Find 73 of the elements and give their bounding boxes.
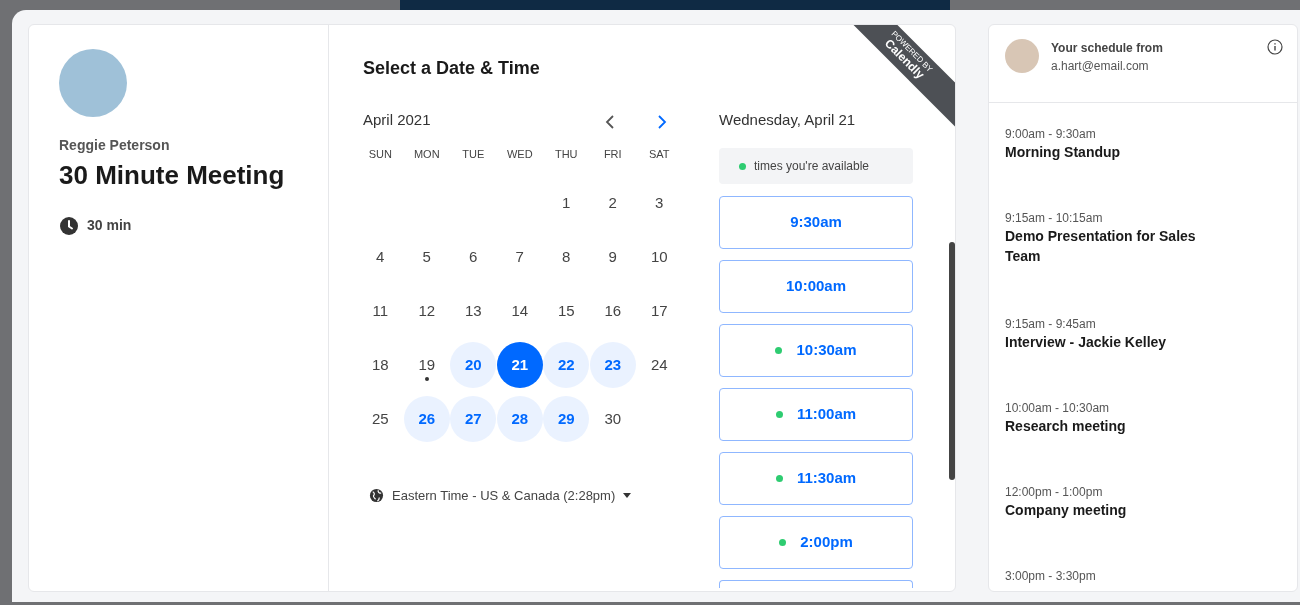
chevron-right-icon [657, 114, 667, 129]
time-slot-button[interactable]: 10:00am [719, 260, 913, 313]
legend-text: times you're available [754, 158, 869, 175]
chevron-left-icon [605, 114, 615, 129]
event-time: 12:00pm - 1:00pm [1005, 484, 1104, 501]
time-slot-button[interactable]: 11:00am [719, 388, 913, 441]
calendar-day[interactable]: 30 [589, 396, 636, 442]
calendar-day[interactable]: 8 [543, 234, 590, 280]
weekday-label: FRI [602, 147, 623, 162]
calendar-day[interactable]: 28 [496, 396, 543, 442]
event-title: Research meeting [1005, 417, 1127, 436]
email-text: a.hart@email.com [1051, 58, 1150, 75]
weekday-label: SAT [647, 147, 671, 162]
calendar-day[interactable]: 29 [543, 396, 590, 442]
calendar-day[interactable]: 2 [589, 180, 636, 226]
calendar-day[interactable]: 5 [403, 234, 450, 280]
weekday-label: MON [412, 147, 441, 162]
calendar-day[interactable]: 10 [636, 234, 683, 280]
event-title: Company meeting [1005, 501, 1128, 520]
info-icon[interactable] [1267, 39, 1283, 55]
calendar-day[interactable]: 4 [357, 234, 404, 280]
calendar-day[interactable]: 22 [543, 342, 590, 388]
calendar-day[interactable]: 13 [450, 288, 497, 334]
host-name: Reggie Peterson [59, 136, 171, 155]
calendar-day[interactable]: 17 [636, 288, 683, 334]
calendar-day[interactable]: 27 [450, 396, 497, 442]
calendar-day[interactable]: 24 [636, 342, 683, 388]
weekday-label: SUN [367, 147, 393, 162]
scrollbar[interactable] [949, 242, 955, 480]
calendar-day[interactable]: 6 [450, 234, 497, 280]
clock-icon [59, 215, 79, 236]
caret-icon [623, 493, 632, 499]
time-slot-button[interactable]: 10:30am [719, 324, 913, 377]
time-slot-button[interactable]: 9:30am [719, 196, 913, 249]
event-time: 9:15am - 9:45am [1005, 316, 1097, 333]
month-label: April 2021 [363, 109, 431, 130]
event-title: Morning Standup [1005, 143, 1122, 162]
calendar-day[interactable]: 21 [496, 342, 543, 388]
calendar-day[interactable]: 1 [543, 180, 590, 226]
timezone-dropdown[interactable]: Eastern Time - US & Canada (2:28pm) [369, 486, 632, 506]
weekday-label: THU [553, 147, 579, 162]
calendar-day[interactable]: 18 [357, 342, 404, 388]
calendar-day[interactable]: 26 [403, 396, 450, 442]
calendar-day[interactable]: 12 [403, 288, 450, 334]
selected-date-heading: Wednesday, April 21 [719, 110, 857, 130]
event-title: 30 Minute Meeting [59, 160, 286, 192]
calendar-day[interactable]: 23 [589, 342, 636, 388]
calendar-day[interactable]: 15 [543, 288, 590, 334]
calendar-day[interactable]: 14 [496, 288, 543, 334]
avatar-photo-placeholder [1005, 39, 1039, 73]
legend-dot-icon [739, 162, 746, 170]
duration-text: 30 min [87, 216, 132, 236]
calendar-day[interactable]: 16 [589, 288, 636, 334]
calendar-day[interactable]: 3 [636, 180, 683, 226]
calendar-day[interactable]: 19 [403, 342, 450, 388]
calendar-day[interactable]: 7 [496, 234, 543, 280]
event-time: 9:15am - 10:15am [1005, 210, 1104, 227]
time-slot-button[interactable]: 2:00pm [719, 516, 913, 569]
event-time: 10:00am - 10:30am [1005, 400, 1111, 417]
section-heading: Select a Date & Time [363, 57, 540, 80]
time-slot-button[interactable]: 11:30am [719, 452, 913, 505]
calendar-day[interactable]: 25 [357, 396, 404, 442]
calendar-day[interactable]: 20 [450, 342, 497, 388]
event-title: Interview - Jackie Kelley [1005, 333, 1168, 352]
weekday-label: WED [505, 147, 534, 162]
event-time: 3:00pm - 3:30pm [1005, 568, 1097, 585]
calendar-day[interactable]: 11 [357, 288, 404, 334]
event-time: 9:00am - 9:30am [1005, 126, 1097, 143]
weekday-label: TUE [461, 147, 486, 162]
globe-icon [369, 488, 384, 504]
calendar-day[interactable]: 9 [589, 234, 636, 280]
schedule-title: Your schedule from [1051, 40, 1164, 57]
event-title: Demo Presentation for Sales Team [1005, 227, 1197, 266]
